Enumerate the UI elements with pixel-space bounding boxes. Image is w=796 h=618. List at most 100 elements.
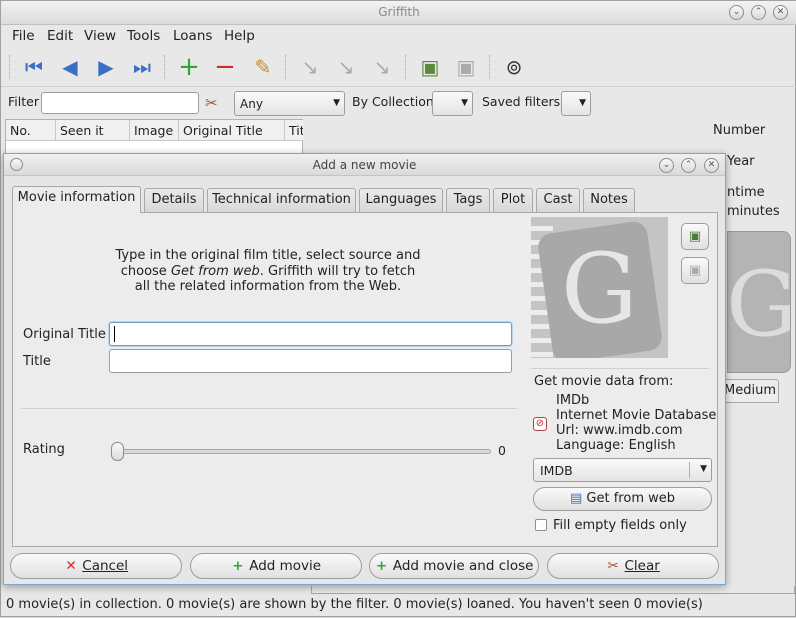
poster-preview: G: [531, 217, 668, 358]
filter-category-select[interactable]: Any ▼: [234, 91, 345, 116]
clear-filter-icon[interactable]: ✂: [205, 94, 218, 112]
add-and-close-button[interactable]: + Add movie and close: [369, 553, 539, 579]
tab-details[interactable]: Details: [144, 188, 204, 212]
add-and-close-label: Add movie and close: [392, 558, 534, 574]
hint-line-3: all the related information from the Web…: [134, 279, 402, 294]
back-icon[interactable]: ◀: [57, 55, 83, 79]
forward-icon[interactable]: ▶: [93, 55, 119, 79]
open-poster-icon[interactable]: ▣: [681, 223, 709, 250]
return-icon[interactable]: ↘: [333, 55, 359, 79]
add-movie-label: Add movie: [249, 558, 322, 574]
minimize-icon[interactable]: ⌄: [729, 5, 744, 20]
hint-text-part: . Griffith will try to fetch: [259, 263, 416, 279]
title-label: Title: [23, 354, 51, 369]
maximize-icon[interactable]: ⌃: [751, 5, 766, 20]
email-icon[interactable]: ↘: [369, 55, 395, 79]
griffith-logo: G: [561, 233, 638, 345]
dialog-title: Add a new movie: [312, 158, 417, 172]
column-image[interactable]: Image: [130, 120, 179, 141]
year-label: Year: [727, 154, 755, 169]
source-info: IMDb Internet Movie Database Url: www.im…: [556, 393, 716, 453]
add-movie-button[interactable]: + Add movie: [190, 553, 362, 579]
window-title: Griffith: [378, 5, 420, 19]
remove-icon[interactable]: −: [212, 54, 238, 80]
griffith-logo: G: [728, 252, 790, 357]
toolbar: ⏮ ◀ ▶ ⏭ + − ✎ ↘ ↘ ↘ ▣ ▣ ⊚: [1, 47, 796, 87]
divider: [21, 408, 517, 409]
fill-empty-checkbox[interactable]: [535, 519, 547, 531]
clear-button[interactable]: ✂ Clear: [547, 553, 719, 579]
add-movie-dialog: Add a new movie ⌄ ⌃ ✕ Movie information …: [3, 153, 726, 585]
cancel-button[interactable]: ✕ Cancel: [10, 553, 182, 579]
rating-slider[interactable]: [113, 449, 491, 454]
filter-bar: Filter ✂ Any ▼ By Collection ▼ Saved fil…: [1, 88, 796, 118]
hint-line-2: choose Get from web. Griffith will try t…: [13, 264, 523, 280]
fill-empty-label: Fill empty fields only: [553, 518, 687, 533]
minutes-label: minutes: [727, 204, 780, 219]
minimize-icon[interactable]: ⌄: [659, 158, 674, 173]
maximize-icon[interactable]: ⌃: [681, 158, 696, 173]
source-select[interactable]: IMDB ▼: [533, 458, 712, 482]
toolbar-separator: [285, 55, 286, 79]
close-icon[interactable]: ✕: [773, 5, 788, 20]
tab-medium[interactable]: Medium: [721, 379, 779, 403]
menu-help[interactable]: Help: [224, 28, 255, 44]
menu-file[interactable]: File: [12, 28, 35, 44]
tab-languages[interactable]: Languages: [359, 188, 443, 212]
text-cursor: [114, 326, 115, 342]
tab-notes[interactable]: Notes: [583, 188, 635, 212]
column-original-title[interactable]: Original Title: [179, 120, 285, 141]
toolbar-separator: [405, 55, 406, 79]
tab-cast[interactable]: Cast: [536, 188, 580, 212]
status-bar: 0 movie(s) in collection. 0 movie(s) are…: [6, 597, 703, 612]
column-title[interactable]: Tit: [285, 120, 303, 141]
source-language: Language: English: [556, 438, 676, 453]
runtime-label: ntime: [727, 185, 765, 200]
get-from-web-label: Get from web: [586, 491, 675, 506]
filter-category-value: Any: [240, 97, 263, 111]
saved-filters-select[interactable]: ▼: [561, 91, 591, 116]
filter-input[interactable]: [41, 92, 199, 114]
column-seen[interactable]: Seen it: [56, 120, 130, 141]
dialog-titlebar: Add a new movie ⌄ ⌃ ✕: [4, 154, 725, 176]
rating-label: Rating: [23, 442, 65, 457]
binoculars-icon[interactable]: ⊚: [501, 55, 527, 79]
tab-tags[interactable]: Tags: [446, 188, 490, 212]
cancel-icon: ✕: [65, 558, 77, 574]
tab-movie-information[interactable]: Movie information: [12, 186, 141, 213]
get-from-web-button[interactable]: ▤ Get from web: [533, 487, 712, 511]
clear-label: Clear: [624, 558, 660, 574]
blocked-icon: ⊘: [533, 417, 547, 431]
delete-poster-icon[interactable]: ▣: [681, 257, 709, 284]
close-icon[interactable]: ✕: [704, 158, 719, 173]
hint-text: Type in the original film title, select …: [13, 248, 523, 295]
menu-tools[interactable]: Tools: [127, 28, 160, 44]
menu-loans[interactable]: Loans: [173, 28, 212, 44]
rating-slider-handle[interactable]: [111, 442, 124, 461]
loan-icon[interactable]: ↘: [297, 55, 323, 79]
toolbar-separator: [489, 55, 490, 79]
add-icon[interactable]: +: [176, 54, 202, 80]
menu-edit[interactable]: Edit: [47, 28, 73, 44]
column-number[interactable]: No.: [6, 120, 56, 141]
source-name: IMDb: [556, 393, 590, 408]
menu-view[interactable]: View: [84, 28, 116, 44]
number-label: Number: [713, 123, 766, 138]
tab-technical-information[interactable]: Technical information: [207, 188, 356, 212]
first-icon[interactable]: ⏮: [21, 55, 47, 79]
delete-poster-icon[interactable]: ▣: [453, 55, 479, 79]
web-icon: ▤: [569, 491, 583, 506]
title-input[interactable]: [109, 349, 512, 373]
poster-image: G: [727, 231, 791, 373]
saved-filters-label: Saved filters: [482, 94, 561, 109]
edit-icon[interactable]: ✎: [250, 55, 276, 79]
movie-information-panel: Type in the original film title, select …: [12, 212, 718, 547]
last-icon[interactable]: ⏭: [129, 55, 155, 79]
original-title-input[interactable]: [109, 322, 512, 346]
toolbar-grip: [9, 55, 10, 79]
add-poster-icon[interactable]: ▣: [417, 55, 443, 79]
by-collection-label: By Collection: [352, 94, 434, 109]
tab-plot[interactable]: Plot: [493, 188, 533, 212]
menu-bar: File Edit View Tools Loans Help: [1, 25, 796, 47]
collection-select[interactable]: ▼: [432, 91, 473, 116]
